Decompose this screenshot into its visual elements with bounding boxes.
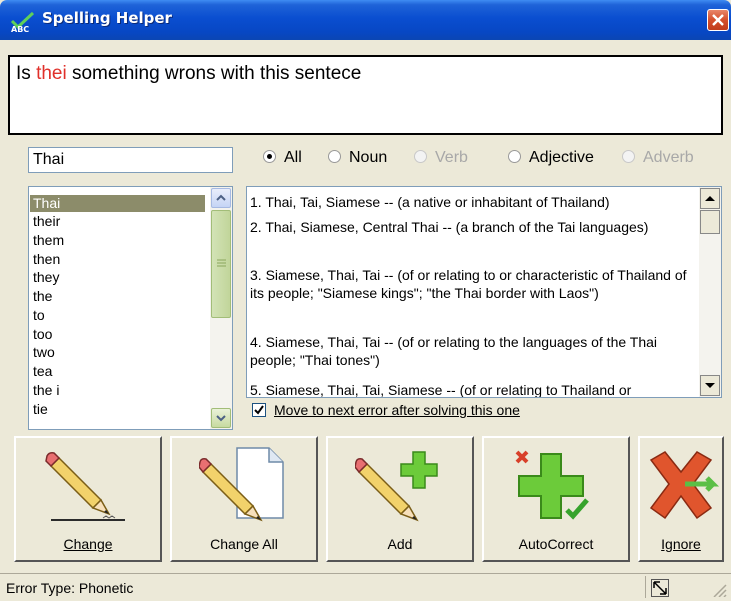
suggestion-item[interactable]: the — [33, 288, 52, 305]
chevron-down-icon — [216, 415, 226, 422]
autocorrect-button[interactable]: AutoCorrect — [482, 436, 630, 562]
abc-checkmark-icon: ABC — [10, 11, 35, 33]
definition-item[interactable]: 2. Thai, Siamese, Central Thai -- (a bra… — [250, 218, 698, 236]
suggestion-item[interactable]: then — [33, 251, 60, 268]
add-label: Add — [387, 536, 413, 552]
error-word[interactable]: thei — [36, 63, 67, 84]
definition-item[interactable]: 4. Siamese, Thai, Tai -- (of or relating… — [250, 333, 698, 369]
filter-verb-radio: Verb — [414, 149, 468, 171]
scroll-thumb[interactable] — [211, 210, 231, 318]
status-bar: Error Type: Phonetic — [0, 573, 731, 601]
definition-item[interactable]: 3. Siamese, Thai, Tai -- (of or relating… — [250, 266, 698, 302]
definition-item[interactable]: 5. Siamese, Thai, Tai, Siamese -- (of or… — [250, 381, 698, 397]
suggestion-item[interactable]: Thai — [30, 195, 205, 212]
triangle-up-icon — [705, 196, 715, 201]
filter-all-label: All — [284, 149, 302, 166]
pencil-plus-icon — [355, 451, 438, 522]
sentence-text: Is thei something wrons with this sentec… — [16, 63, 361, 85]
replacement-word-input[interactable]: Thai — [28, 147, 233, 173]
pencil-document-icon — [199, 447, 284, 522]
filter-adverb-label: Adverb — [643, 149, 694, 166]
ignore-button[interactable]: Ignore — [638, 436, 724, 562]
filter-adjective-label: Adjective — [529, 149, 594, 166]
radio-indicator — [328, 150, 341, 164]
checkbox-box[interactable] — [252, 403, 266, 418]
close-icon — [712, 14, 724, 26]
suggestion-item[interactable]: too — [33, 326, 52, 343]
add-button[interactable]: Add — [326, 436, 474, 562]
ignore-label: Ignore — [661, 536, 701, 552]
suggestion-item[interactable]: tie — [33, 401, 48, 418]
checkmark-icon — [254, 405, 264, 415]
chevron-up-icon — [216, 194, 226, 201]
suggestions-scrollbar[interactable] — [210, 187, 232, 429]
scroll-up-button[interactable] — [700, 188, 720, 209]
change-all-label: Change All — [210, 536, 278, 552]
move-next-checkbox[interactable]: Move to next error after solving this on… — [252, 402, 520, 420]
suggestion-item[interactable]: tea — [33, 363, 52, 380]
title-bar[interactable]: ABC Spelling Helper — [0, 0, 731, 40]
scroll-up-button[interactable] — [211, 188, 231, 208]
pencil-icon — [45, 452, 125, 521]
sentence-preview: Is thei something wrons with this sentec… — [8, 55, 723, 135]
definition-item[interactable]: 1. Thai, Tai, Siamese -- (a native or in… — [250, 193, 698, 211]
filter-noun-label: Noun — [349, 149, 388, 166]
radio-indicator — [263, 150, 276, 164]
suggestion-item[interactable]: two — [33, 344, 55, 361]
svg-text:ABC: ABC — [11, 25, 29, 33]
close-button[interactable] — [707, 9, 729, 31]
filter-verb-label: Verb — [435, 149, 468, 166]
red-x-icon — [649, 451, 720, 520]
suggestions-list[interactable]: Thai their them then they the to too two… — [28, 186, 233, 430]
grip-icon — [217, 259, 226, 267]
scroll-down-button[interactable] — [700, 375, 720, 396]
filter-adjective-radio[interactable]: Adjective — [508, 149, 594, 171]
radio-indicator — [414, 150, 427, 164]
triangle-down-icon — [705, 383, 715, 388]
sentence-before: Is — [16, 63, 37, 84]
suggestion-item[interactable]: their — [33, 213, 60, 230]
window-title: Spelling Helper — [42, 9, 172, 27]
size-grip-icon[interactable] — [712, 583, 728, 597]
scroll-thumb[interactable] — [700, 210, 720, 234]
autocorrect-plus-icon — [515, 450, 589, 520]
sentence-after: something wrons with this sentece — [66, 63, 362, 84]
resize-arrow-icon[interactable] — [651, 579, 669, 597]
suggestion-item[interactable]: them — [33, 232, 64, 249]
status-text: Error Type: Phonetic — [6, 580, 134, 596]
scroll-down-button[interactable] — [211, 408, 231, 428]
suggestion-item[interactable]: the i — [33, 382, 59, 399]
status-separator — [645, 576, 646, 598]
change-label: Change — [63, 536, 113, 552]
change-button[interactable]: Change — [14, 436, 162, 562]
suggestion-item[interactable]: they — [33, 269, 59, 286]
definitions-list[interactable]: 1. Thai, Tai, Siamese -- (a native or in… — [246, 186, 722, 398]
radio-indicator — [622, 150, 635, 164]
autocorrect-label: AutoCorrect — [518, 536, 594, 552]
change-all-button[interactable]: Change All — [170, 436, 318, 562]
definitions-scrollbar[interactable] — [699, 187, 721, 397]
filter-all-radio[interactable]: All — [263, 149, 302, 171]
suggestion-item[interactable]: to — [33, 307, 45, 324]
filter-adverb-radio: Adverb — [622, 149, 694, 171]
move-next-label: Move to next error after solving this on… — [274, 402, 520, 418]
radio-indicator — [508, 150, 521, 164]
filter-noun-radio[interactable]: Noun — [328, 149, 387, 171]
